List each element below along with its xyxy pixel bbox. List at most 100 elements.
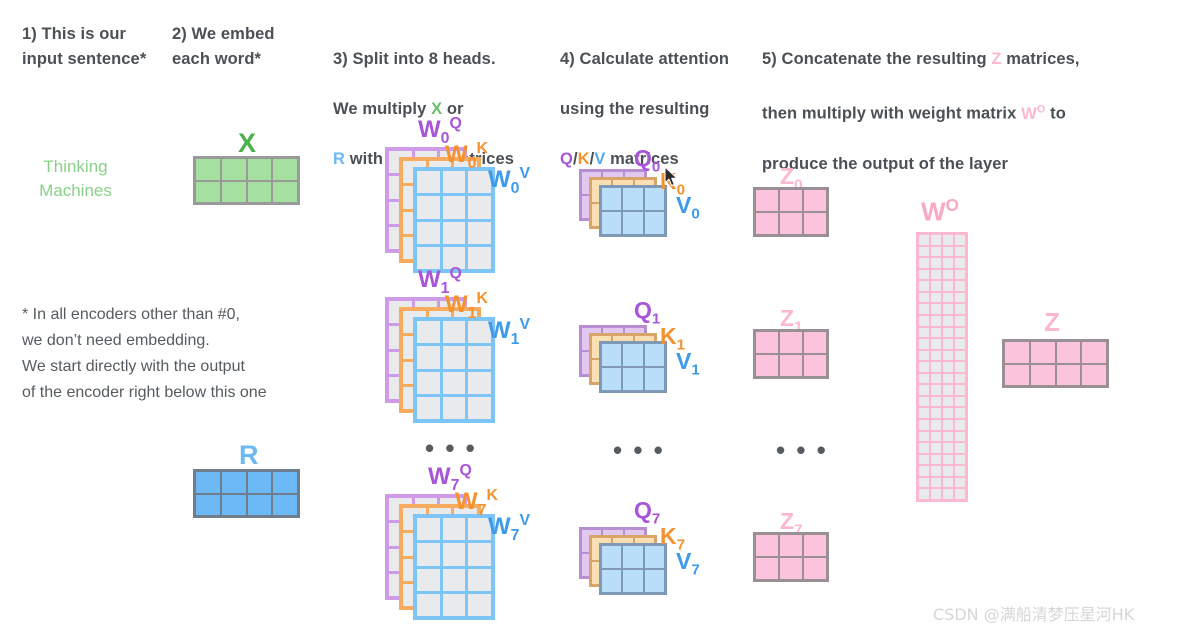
matrix-cell (919, 466, 929, 476)
matrix-z-head-0 (754, 188, 828, 236)
step-5-wo-token: WO (1021, 103, 1046, 123)
matrix-cell (780, 332, 802, 353)
matrix-cell (623, 368, 643, 390)
matrix-cell (417, 221, 440, 244)
step-5-caption: 5) Concatenate the resulting Z matrices,… (762, 22, 1162, 177)
matrix-cell (943, 477, 953, 488)
matrix-cell (943, 396, 953, 407)
matrix-cell (931, 281, 941, 291)
matrix-cell (756, 190, 778, 211)
step-5-z-token: Z (991, 50, 1002, 68)
matrix-cell (756, 535, 778, 556)
matrix-cell (943, 408, 953, 419)
matrix-cell (221, 181, 246, 202)
matrix-label-wo: WO (921, 195, 959, 227)
matrix-cell (943, 246, 953, 257)
matrix-x (194, 157, 299, 204)
matrix-cell (931, 269, 941, 280)
matrix-cell (273, 494, 297, 515)
matrix-cell (804, 190, 826, 211)
matrix-cell (442, 171, 466, 194)
matrix-cell (417, 396, 440, 419)
weight-label-v-head-1: W1V (488, 316, 531, 348)
watermark: CSDN @满船清梦压星河HK (933, 605, 1135, 624)
matrix-cell (943, 339, 953, 349)
matrix-cell (955, 246, 965, 257)
matrix-cell (1005, 364, 1029, 385)
matrix-cell (623, 570, 643, 592)
matrix-cell (919, 304, 929, 314)
matrix-cell (931, 408, 941, 419)
matrix-label-r: R (239, 440, 259, 470)
matrix-cell (468, 543, 491, 566)
matrix-cell (602, 188, 622, 210)
matrix-cell (644, 368, 664, 390)
matrix-z-final (1003, 340, 1108, 387)
matrix-cell (780, 190, 802, 211)
matrix-cell (1082, 342, 1106, 363)
step-5-line-1-b: matrices, (1001, 50, 1080, 68)
matrix-cell (1030, 342, 1055, 363)
matrix-cell (442, 221, 466, 244)
matrix-v-head-7 (600, 544, 666, 594)
weight-matrix-v-head-1 (414, 318, 494, 422)
matrix-cell (943, 269, 953, 280)
matrix-cell (1030, 364, 1055, 385)
matrix-cell (468, 196, 491, 219)
matrix-cell (919, 385, 929, 395)
matrix-cell (442, 196, 466, 219)
matrix-cell (417, 321, 440, 344)
matrix-cell (417, 171, 440, 194)
mouse-cursor-icon (664, 166, 678, 187)
matrix-label-x: X (238, 128, 257, 158)
matrix-cell (602, 546, 622, 568)
step-4-line-1: 4) Calculate attention (560, 50, 730, 68)
matrix-cell (919, 362, 929, 372)
matrix-cell (919, 235, 929, 245)
matrix-cell (442, 543, 466, 566)
step-4-k-token: K (577, 150, 590, 168)
matrix-cell (919, 373, 929, 384)
matrix-cell (943, 350, 953, 361)
step-4-caption: 4) Calculate attention using the resulti… (560, 22, 770, 172)
matrix-cell (931, 350, 941, 361)
matrix-cell (247, 159, 272, 180)
qkv-label-v-head-0: V0 (676, 192, 700, 223)
matrix-cell (417, 346, 440, 369)
matrix-cell (196, 181, 220, 202)
matrix-cell (943, 327, 953, 338)
step-4-v-token: V (594, 150, 606, 168)
matrix-cell (442, 518, 466, 541)
matrix-cell (931, 477, 941, 488)
matrix-cell (919, 327, 929, 338)
matrix-cell (623, 546, 643, 568)
matrix-cell (919, 350, 929, 361)
matrix-cell (919, 396, 929, 407)
weight-matrix-v-head-7 (414, 515, 494, 619)
matrix-cell (955, 431, 965, 442)
matrix-cell (931, 396, 941, 407)
matrix-cell (955, 420, 965, 430)
matrix-cell (931, 304, 941, 314)
matrix-cell (602, 570, 622, 592)
matrix-cell (931, 454, 941, 465)
matrix-cell (468, 371, 491, 394)
matrix-z-head-1 (754, 330, 828, 378)
matrix-cell (955, 339, 965, 349)
matrix-cell (955, 362, 965, 372)
matrix-cell (955, 443, 965, 453)
matrix-cell (955, 385, 965, 395)
matrix-cell (955, 235, 965, 245)
matrix-cell (943, 315, 953, 326)
matrix-cell (931, 246, 941, 257)
matrix-cell (931, 466, 941, 476)
matrix-cell (417, 593, 440, 616)
step-5-line-1-a: 5) Concatenate the resulting (762, 50, 992, 68)
matrix-cell (955, 258, 965, 268)
matrix-cell (756, 558, 778, 579)
weight-label-v-head-0: W0V (488, 165, 531, 197)
matrix-cell (468, 396, 491, 419)
matrix-cell (247, 494, 272, 515)
step-5-line-2-b: to (1045, 104, 1066, 123)
matrix-cell (919, 477, 929, 488)
